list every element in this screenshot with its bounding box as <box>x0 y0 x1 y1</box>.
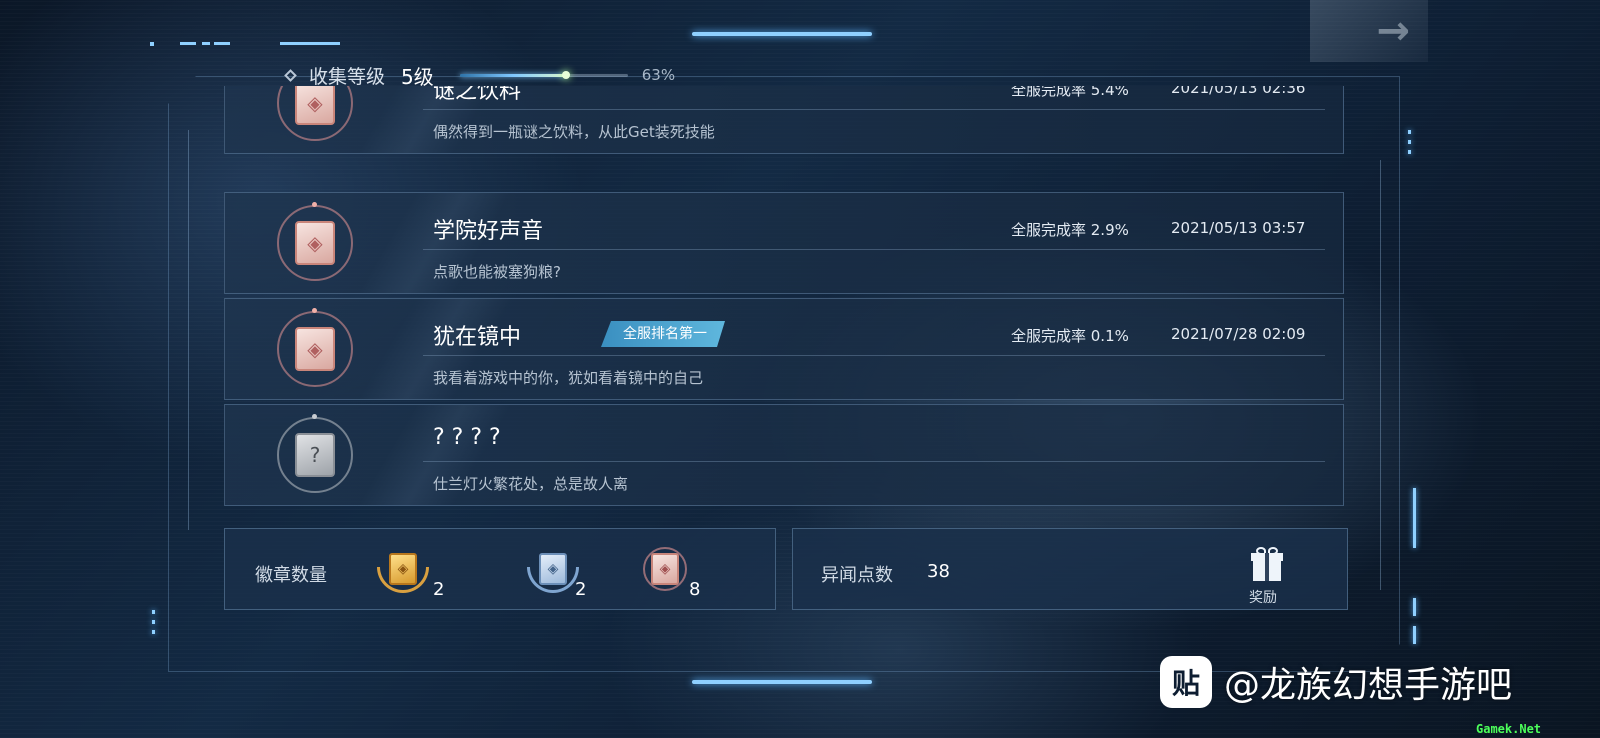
right-accent-tick <box>1413 626 1416 644</box>
bottom-accent-bar <box>692 680 872 684</box>
achievement-row[interactable]: ◈ 犹在镜中 全服排名第一 全服完成率 0.1% 2021/07/28 02:0… <box>224 298 1344 400</box>
achievement-row[interactable]: ◈ 谜之饮料 全服完成率 5.4% 2021/05/13 02:36 偶然得到一… <box>224 86 1344 154</box>
deco-dash <box>180 42 196 45</box>
medal-face: ◈ <box>539 553 567 585</box>
achievement-description: 我看着游戏中的你，犹如看着镜中的自己 <box>433 369 704 387</box>
blue-medal-icon: ◈ <box>527 549 579 601</box>
achievement-title: ? ? ? ? <box>433 425 501 450</box>
watermark-text: @龙族幻想手游吧 <box>1224 665 1513 706</box>
pink-medal-icon: ◈ <box>639 547 691 601</box>
gift-ribbon <box>1265 553 1269 581</box>
achievement-badge-icon: ◈ <box>295 86 335 125</box>
achievement-row-locked[interactable]: ? ? ? ? ? 仕兰灯火繁花处，总是故人离 <box>224 404 1344 506</box>
next-page-arrow-button[interactable]: → <box>1310 0 1428 62</box>
collection-progress-bar <box>459 70 628 79</box>
row-divider <box>423 109 1325 110</box>
site-watermark: Gamek.Net <box>1476 722 1542 736</box>
right-deco-tick <box>1408 150 1411 154</box>
left-deco-tick <box>152 620 155 624</box>
blue-badge-count: 2 <box>575 579 587 600</box>
deco-dot <box>150 42 154 46</box>
completion-rate: 全服完成率 2.9% <box>1011 221 1129 239</box>
right-accent-tick <box>1413 598 1416 616</box>
achievement-badge: ? <box>277 414 353 493</box>
achievement-badge: ◈ <box>277 308 353 387</box>
deco-dash <box>214 42 230 45</box>
right-deco-tick <box>1408 130 1411 134</box>
completion-date: 2021/07/28 02:09 <box>1171 325 1306 343</box>
badge-dot <box>312 202 317 207</box>
achievement-badge-icon: ◈ <box>295 327 335 371</box>
gold-medal-icon: ◈ <box>377 549 429 601</box>
medal-face: ◈ <box>389 553 417 585</box>
deco-dash <box>202 42 210 45</box>
right-frame-line <box>1380 160 1381 590</box>
gold-badge-count: 2 <box>433 579 445 600</box>
badge-count-label: 徽章数量 <box>255 565 327 586</box>
achievement-description: 点歌也能被塞狗粮? <box>433 263 561 281</box>
points-panel: 异闻点数 38 奖励 <box>792 528 1348 610</box>
completion-date: 2021/05/13 02:36 <box>1171 86 1306 97</box>
row-divider <box>423 249 1325 250</box>
left-deco-tick <box>152 630 155 634</box>
progress-indicator <box>561 70 570 79</box>
badge-dot <box>312 414 317 419</box>
points-value: 38 <box>927 561 950 582</box>
completion-rate: 全服完成率 5.4% <box>1011 86 1129 99</box>
watermark: 贴 @龙族幻想手游吧 <box>1160 656 1512 708</box>
deco-dash <box>280 42 340 45</box>
completion-rate: 全服完成率 0.1% <box>1011 327 1129 345</box>
locked-badge-icon: ? <box>295 433 335 477</box>
right-accent-tick <box>1413 488 1416 548</box>
left-deco-tick <box>152 610 155 614</box>
achievement-badge-icon: ◈ <box>295 221 335 265</box>
completion-date: 2021/05/13 03:57 <box>1171 219 1306 237</box>
tieba-logo-icon: 贴 <box>1160 656 1212 708</box>
achievement-badge: ◈ <box>277 86 353 141</box>
pink-badge-count: 8 <box>689 579 701 600</box>
medal-face: ◈ <box>651 553 679 585</box>
left-frame-line <box>188 130 189 530</box>
achievement-title: 学院好声音 <box>433 219 544 244</box>
badge-dot <box>312 308 317 313</box>
progress-percent: 63% <box>641 66 676 84</box>
achievement-description: 偶然得到一瓶谜之饮料，从此Get装死技能 <box>433 123 715 141</box>
reward-button-label[interactable]: 奖励 <box>1249 587 1277 607</box>
achievement-title: 谜之饮料 <box>433 86 522 104</box>
row-divider <box>423 461 1325 462</box>
achievement-row[interactable]: ◈ 学院好声音 全服完成率 2.9% 2021/05/13 03:57 点歌也能… <box>224 192 1344 294</box>
achievement-description: 仕兰灯火繁花处，总是故人离 <box>433 475 629 493</box>
progress-fill <box>459 73 566 77</box>
arrow-right-icon: → <box>1376 8 1410 54</box>
diamond-icon <box>284 68 297 82</box>
right-deco-tick <box>1408 140 1411 144</box>
points-label: 异闻点数 <box>821 565 893 586</box>
badge-count-panel: 徽章数量 ◈ 2 ◈ 2 ◈ 8 <box>224 528 776 610</box>
achievement-list[interactable]: ◈ 谜之饮料 全服完成率 5.4% 2021/05/13 02:36 偶然得到一… <box>224 86 1344 510</box>
gift-icon[interactable] <box>1249 547 1285 583</box>
server-rank-tag: 全服排名第一 <box>601 321 725 347</box>
row-divider <box>423 355 1325 356</box>
achievement-badge: ◈ <box>277 202 353 281</box>
achievement-title: 犹在镜中 <box>433 325 522 350</box>
collection-level-label: 收集等级 <box>309 65 386 88</box>
top-accent-bar <box>692 32 872 36</box>
